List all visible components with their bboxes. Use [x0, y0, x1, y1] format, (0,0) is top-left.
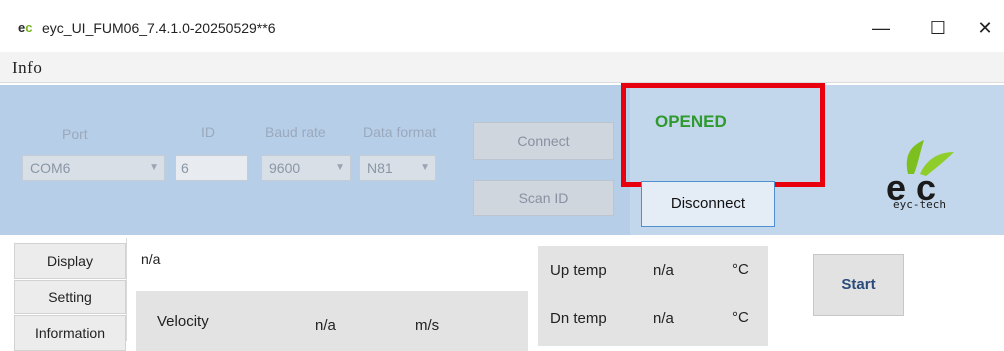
maximize-button[interactable]: ☐: [915, 14, 961, 42]
baud-rate-value: 9600: [269, 160, 301, 176]
baud-rate-label: Baud rate: [265, 124, 326, 140]
baud-rate-select[interactable]: 9600 ▼: [261, 155, 351, 181]
id-label: ID: [201, 124, 215, 140]
tab-information[interactable]: Information: [14, 315, 126, 351]
id-input[interactable]: 6: [175, 155, 248, 181]
chevron-down-icon: ▼: [149, 162, 159, 173]
tab-setting[interactable]: Setting: [14, 280, 126, 314]
chevron-down-icon: ▼: [335, 162, 345, 173]
window-title: eyc_UI_FUM06_7.4.1.0-20250529**6: [42, 20, 276, 36]
tab-display[interactable]: Display: [14, 243, 126, 279]
up-temp-label: Up temp: [550, 262, 607, 279]
port-select[interactable]: COM6 ▼: [22, 155, 165, 181]
start-button[interactable]: Start: [813, 254, 904, 316]
dn-temp-value: n/a: [653, 310, 674, 327]
velocity-label: Velocity: [157, 313, 209, 330]
connect-button[interactable]: Connect: [473, 122, 614, 160]
velocity-value: n/a: [315, 317, 336, 334]
menu-item-info[interactable]: Info: [12, 58, 42, 78]
tab-divider: [126, 238, 127, 341]
highlight-box: [621, 83, 825, 187]
close-button[interactable]: ✕: [962, 14, 1004, 42]
up-temp-unit: °C: [732, 261, 749, 278]
scan-id-button[interactable]: Scan ID: [473, 180, 614, 216]
menu-bar: [0, 52, 1004, 83]
display-status-value: n/a: [141, 251, 161, 267]
logo-caption: eyc-tech: [893, 198, 946, 211]
dn-temp-label: Dn temp: [550, 310, 607, 327]
data-format-label: Data format: [363, 124, 437, 140]
app-icon: ec: [18, 20, 33, 35]
data-format-value: N81: [367, 160, 393, 176]
velocity-unit: m/s: [415, 317, 440, 334]
data-format-select[interactable]: N81 ▼: [359, 155, 436, 181]
disconnect-button[interactable]: Disconnect: [641, 181, 775, 227]
minimize-button[interactable]: —: [858, 14, 904, 42]
dn-temp-unit: °C: [732, 309, 749, 326]
chevron-down-icon: ▼: [420, 162, 430, 173]
port-select-value: COM6: [30, 160, 71, 176]
port-label: Port: [62, 126, 88, 142]
up-temp-value: n/a: [653, 262, 674, 279]
